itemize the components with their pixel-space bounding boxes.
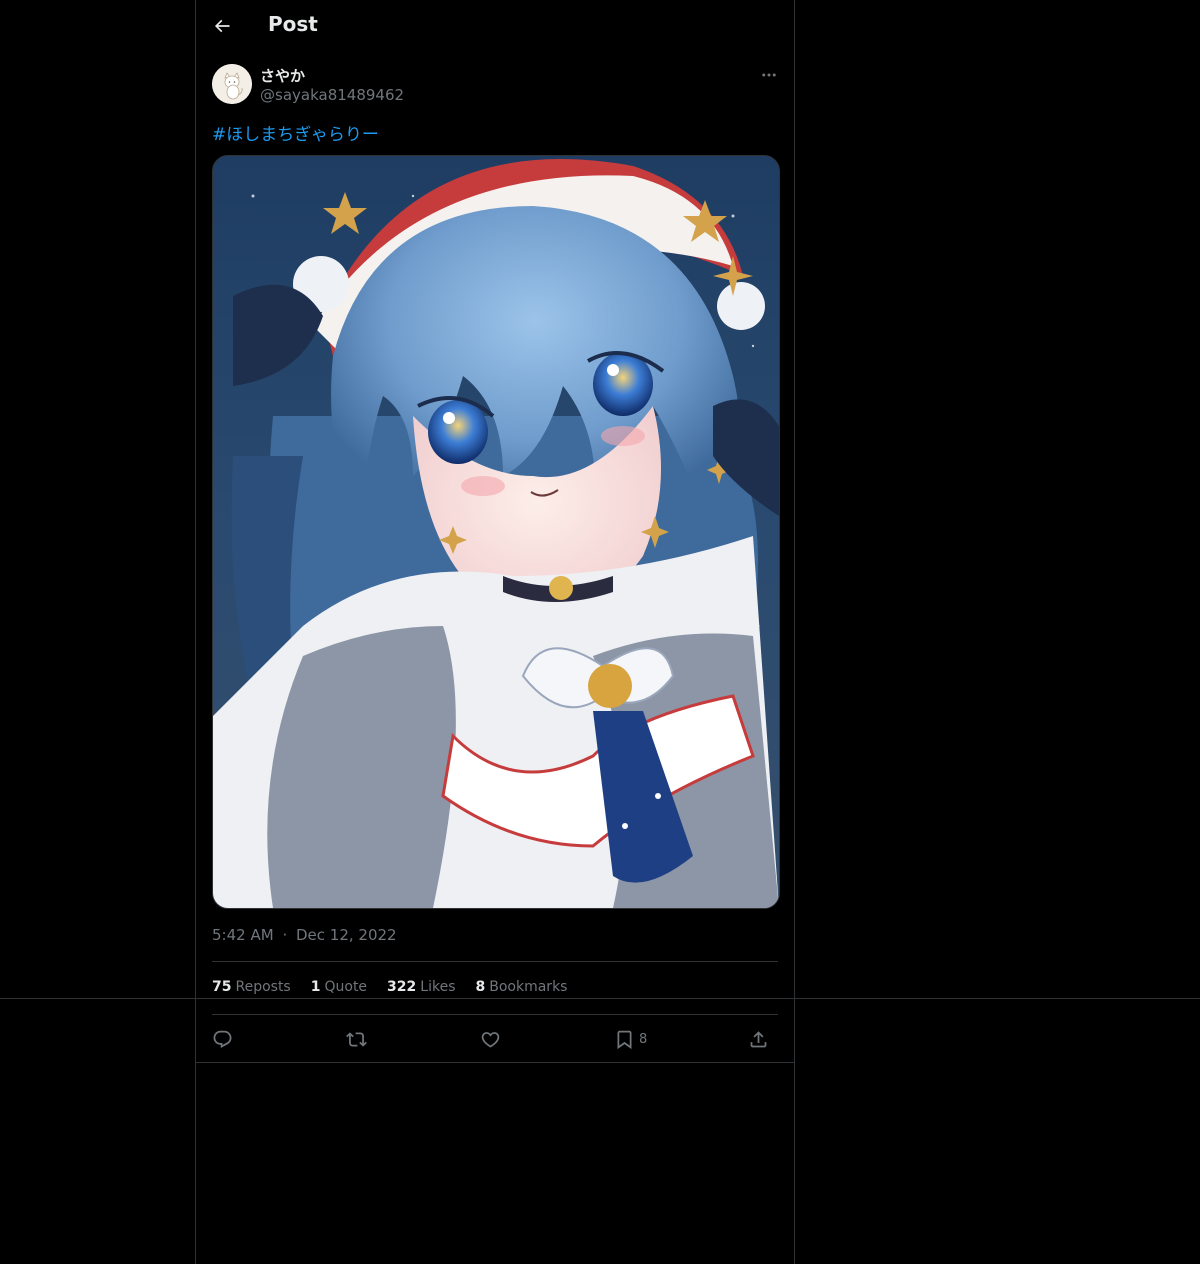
post-timestamp: 5:42 AM · Dec 12, 2022 [212,926,397,944]
timestamp-separator: · [282,926,288,944]
quotes-stat[interactable]: 1 Quote [311,979,367,995]
bookmark-icon [617,1030,632,1049]
likes-count: 322 [387,979,417,995]
more-options-icon[interactable] [758,66,780,84]
post-stats: 75 Reposts 1 Quote 322 Likes 8 Bookmarks [212,979,567,995]
reply-button[interactable] [212,1026,233,1052]
repost-button[interactable] [346,1026,367,1052]
reply-icon [213,1030,232,1048]
like-button[interactable] [480,1026,501,1052]
user-handle[interactable]: @sayaka81489462 [260,86,404,104]
arrow-left-icon[interactable] [212,16,232,36]
quote-label: Quote [324,979,368,995]
reposts-label: Reposts [235,979,291,995]
anime-illustration [213,156,779,908]
action-bar: 8 [212,1026,778,1054]
divider [212,961,778,962]
divider [212,1014,778,1015]
main-column: Post さやか @sayaka81489462 #ほしまちぎゃらりー 5:42… [195,0,795,1264]
heart-icon [481,1031,500,1048]
reposts-count: 75 [212,979,232,995]
post-time[interactable]: 5:42 AM [212,926,274,944]
share-icon [750,1030,767,1047]
reposts-stat[interactable]: 75 Reposts [212,979,291,995]
divider [196,1062,794,1063]
page-title: Post [268,12,318,36]
page: Post さやか @sayaka81489462 #ほしまちぎゃらりー 5:42… [0,0,1200,1264]
overlay-divider-line [0,998,1200,999]
bookmarks-label: Bookmarks [489,979,568,995]
bookmark-count: 8 [639,1031,648,1047]
bookmark-button[interactable]: 8 [614,1026,647,1052]
hashtag-link[interactable]: #ほしまちぎゃらりー [212,120,379,145]
display-name[interactable]: さやか [260,65,305,86]
post-date[interactable]: Dec 12, 2022 [296,926,397,944]
share-button[interactable] [748,1026,769,1052]
cat-avatar-icon [212,64,252,104]
bookmarks-count: 8 [475,979,486,995]
avatar[interactable] [212,64,252,104]
quote-count: 1 [310,979,321,995]
page-header: Post [196,0,794,53]
post-image[interactable] [212,155,780,909]
likes-label: Likes [420,979,456,995]
repost-icon [346,1031,367,1047]
bookmarks-stat[interactable]: 8 Bookmarks [476,979,568,995]
likes-stat[interactable]: 322 Likes [387,979,455,995]
